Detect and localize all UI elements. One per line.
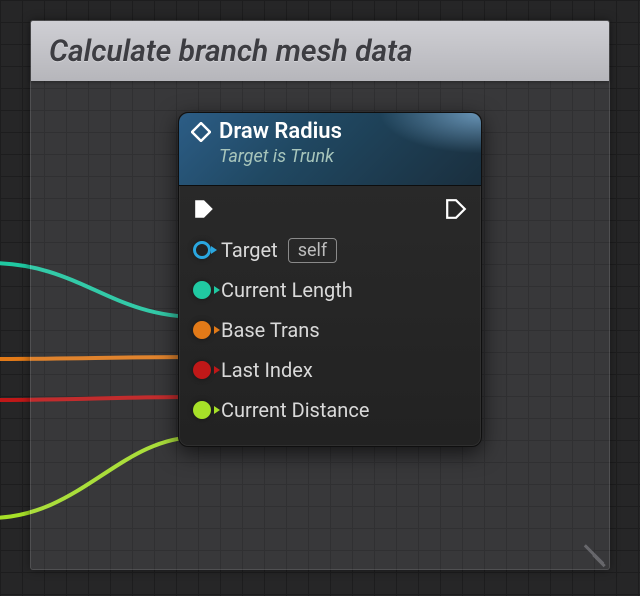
node-title: Draw Radius — [219, 119, 342, 144]
pin-row-current-distance: Current Distance — [193, 390, 467, 430]
pin-row-current-length: Current Length — [193, 270, 467, 310]
exec-in-pin-icon[interactable] — [193, 198, 215, 220]
resize-grip-icon[interactable] — [580, 540, 604, 564]
pin-label: Current Distance — [221, 398, 369, 422]
pin-target-icon[interactable] — [193, 241, 211, 259]
pin-base-trans-icon[interactable] — [193, 321, 211, 339]
pin-label: Base Trans — [221, 318, 320, 342]
pin-current-length-icon[interactable] — [193, 281, 211, 299]
exec-out-pin-icon[interactable] — [445, 198, 467, 220]
pin-row-last-index: Last Index — [193, 350, 467, 390]
pin-last-index-icon[interactable] — [193, 361, 211, 379]
pin-current-distance-icon[interactable] — [193, 401, 211, 419]
comment-title: Calculate branch mesh data — [49, 34, 413, 69]
pin-row-target: Target self — [193, 230, 467, 270]
node-subtitle: Target is Trunk — [219, 146, 469, 167]
pin-label: Last Index — [221, 358, 313, 382]
pin-label: Target — [221, 238, 278, 262]
pin-row-base-trans: Base Trans — [193, 310, 467, 350]
function-node-icon — [191, 122, 211, 142]
function-node-draw-radius[interactable]: Draw Radius Target is Trunk Target self … — [178, 112, 482, 447]
comment-header[interactable]: Calculate branch mesh data — [31, 21, 609, 81]
node-body: Target self Current Length Base Trans La… — [179, 186, 481, 446]
pin-default-value[interactable]: self — [288, 238, 337, 263]
node-header[interactable]: Draw Radius Target is Trunk — [179, 113, 481, 186]
pin-label: Current Length — [221, 278, 353, 302]
